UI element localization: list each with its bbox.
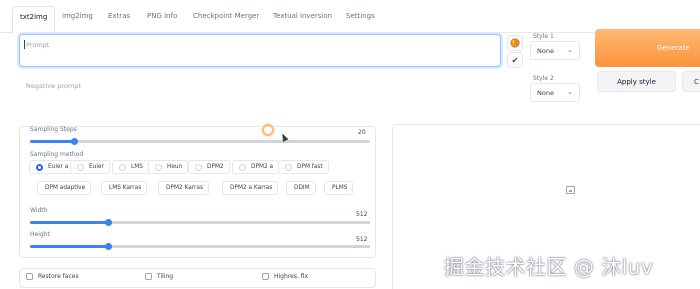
secondary-button[interactable]: C xyxy=(682,71,700,92)
checkbox-label: Highres. fix xyxy=(274,273,309,280)
highres-fix-checkbox[interactable]: Highres. fix xyxy=(262,273,308,280)
style1-label: Style 1 xyxy=(533,33,554,40)
tab-settings[interactable]: Settings xyxy=(346,12,375,20)
check-button[interactable]: ✔ xyxy=(507,52,523,68)
radio-dot xyxy=(77,164,84,171)
apply-style-button[interactable]: Apply style xyxy=(597,71,676,92)
radio-dpm2-a-karras[interactable]: DPM2 a Karras xyxy=(222,181,279,195)
radio-lms[interactable]: LMS xyxy=(112,160,149,174)
radio-dot xyxy=(195,164,202,171)
prompt-placeholder: Prompt xyxy=(26,41,50,49)
sampling-steps-label: Sampling Steps xyxy=(30,126,77,133)
tab-png-info[interactable]: PNG Info xyxy=(147,12,177,20)
text-caret xyxy=(24,40,25,49)
style2-label: Style 2 xyxy=(533,75,554,82)
tab-bar: txt2img img2img Extras PNG Info Checkpoi… xyxy=(0,0,700,34)
height-fill xyxy=(30,245,108,248)
radio-dot xyxy=(119,164,126,171)
restore-faces-checkbox[interactable]: Restore faces xyxy=(26,273,79,280)
radio-label: DPM2 a Karras xyxy=(230,185,273,191)
width-label: Width xyxy=(30,207,48,214)
radio-ddim[interactable]: DDIM xyxy=(286,181,316,195)
radio-dpm-adaptive[interactable]: DPM adaptive xyxy=(37,181,92,195)
radio-dpm2-a[interactable]: DPM2 a xyxy=(232,160,280,174)
tiling-checkbox[interactable]: Tiling xyxy=(145,273,173,280)
radio-plms[interactable]: PLMS xyxy=(324,181,354,195)
check-icon: ✔ xyxy=(511,55,519,65)
radio-dpm2[interactable]: DPM2 xyxy=(188,160,230,174)
width-value[interactable]: 512 xyxy=(356,211,367,218)
checkbox-box[interactable] xyxy=(262,273,269,280)
radio-dpm-fast[interactable]: DPM fast xyxy=(278,160,329,174)
checkbox-box[interactable] xyxy=(145,273,152,280)
radio-euler-a[interactable]: Euler a xyxy=(29,160,75,174)
radio-label: DPM2 xyxy=(207,164,224,170)
tab-extras[interactable]: Extras xyxy=(108,12,130,20)
checkbox-label: Restore faces xyxy=(38,273,79,280)
sampling-steps-slider[interactable] xyxy=(30,140,370,143)
sampling-steps-value[interactable]: 20 xyxy=(358,129,366,136)
radio-label: DPM2 a xyxy=(251,164,274,170)
radio-label: DDIM xyxy=(294,185,310,191)
sampling-method-label: Sampling method xyxy=(30,151,84,158)
chevron-down-icon: ⌄ xyxy=(567,46,573,54)
radio-dot xyxy=(155,164,162,171)
chevron-down-icon: ⌄ xyxy=(567,88,573,96)
negative-prompt-input[interactable]: Negative prompt xyxy=(26,82,81,90)
style1-value: None xyxy=(537,47,554,55)
radio-dpm2-karras[interactable]: DPM2 Karras xyxy=(158,181,209,195)
radio-label: DPM adaptive xyxy=(45,185,86,191)
radio-heun[interactable]: Heun xyxy=(148,160,189,174)
radio-lms-karras[interactable]: LMS Karras xyxy=(101,181,148,195)
watermark: 掘金技术社区 @ 沐luv xyxy=(444,255,654,279)
height-value[interactable]: 512 xyxy=(356,236,367,243)
checkbox-box[interactable] xyxy=(26,273,33,280)
style2-select[interactable]: None ⌄ xyxy=(530,83,580,102)
style2-value: None xyxy=(537,89,554,97)
tab-txt2img[interactable]: txt2img xyxy=(12,6,56,34)
prompt-input[interactable] xyxy=(19,34,501,67)
sampling-steps-fill xyxy=(30,140,74,143)
tab-textual-inversion[interactable]: Textual inversion xyxy=(273,12,332,20)
width-thumb[interactable] xyxy=(105,219,112,226)
radio-dot xyxy=(285,164,292,171)
radio-label: Heun xyxy=(167,164,183,170)
radio-label: DPM fast xyxy=(297,164,323,170)
palette-button[interactable] xyxy=(507,35,523,51)
generate-button[interactable]: Generate xyxy=(595,29,700,67)
width-fill xyxy=(30,221,108,224)
radio-dot xyxy=(239,164,246,171)
image-icon xyxy=(566,186,575,194)
tab-checkpoint-merger[interactable]: Checkpoint Merger xyxy=(193,12,259,20)
style1-select[interactable]: None ⌄ xyxy=(530,41,580,60)
radio-euler[interactable]: Euler xyxy=(70,160,110,174)
sampling-steps-thumb[interactable] xyxy=(71,138,78,145)
tab-img2img[interactable]: img2img xyxy=(62,12,93,20)
radio-label: DPM2 Karras xyxy=(166,185,203,191)
radio-dot xyxy=(36,164,43,171)
radio-label: Euler xyxy=(89,164,104,170)
height-thumb[interactable] xyxy=(105,243,112,250)
checkbox-label: Tiling xyxy=(157,273,174,280)
radio-label: PLMS xyxy=(332,185,348,191)
loading-spinner-icon xyxy=(262,124,274,136)
radio-label: LMS xyxy=(131,164,143,170)
radio-label: Euler a xyxy=(48,164,69,170)
radio-label: LMS Karras xyxy=(109,185,142,191)
palette-icon xyxy=(510,38,520,48)
height-label: Height xyxy=(30,231,50,238)
